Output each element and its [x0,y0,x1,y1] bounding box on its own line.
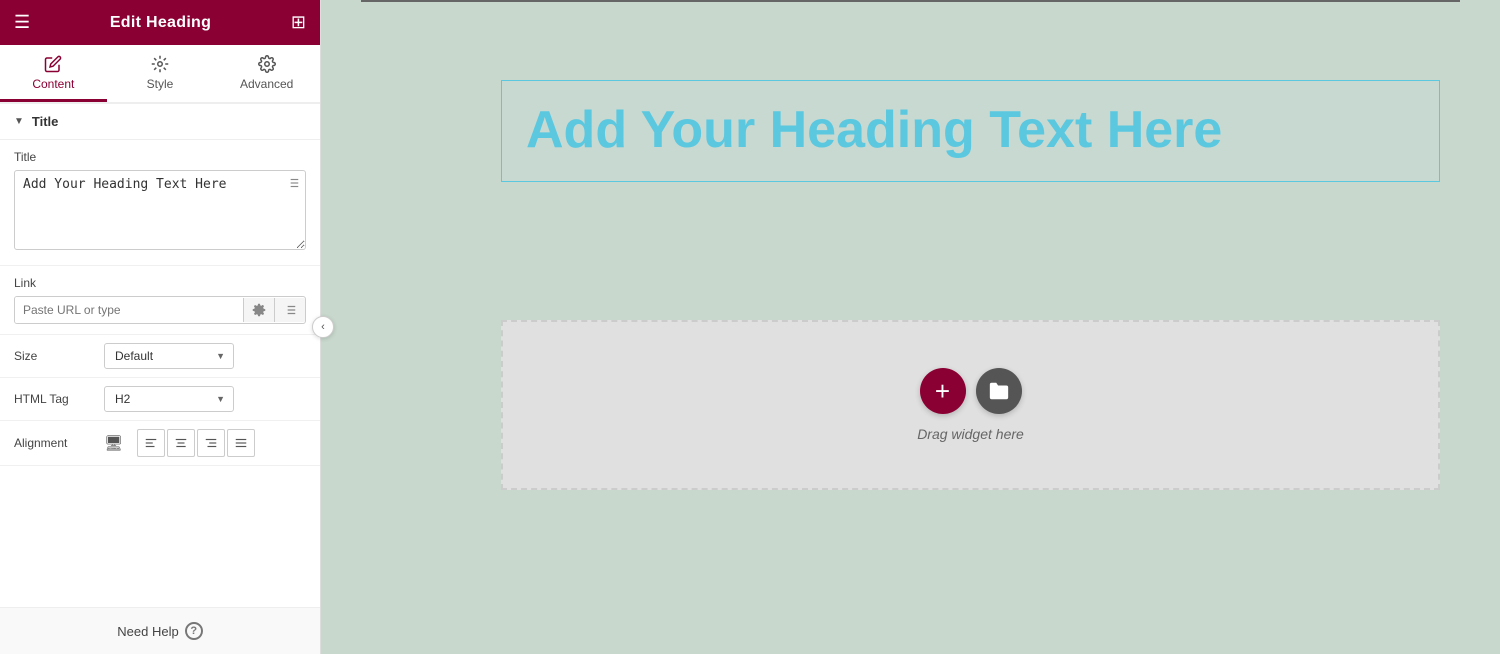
align-left-icon [144,436,158,450]
tab-style[interactable]: Style [107,45,214,102]
drag-buttons: + [920,368,1022,414]
size-field-row: Size Default Small Medium Large XL XXL [0,335,320,378]
help-icon[interactable]: ? [185,622,203,640]
canvas: Add Your Heading Text Here + Drag widget… [321,0,1500,654]
drag-label: Drag widget here [917,426,1024,442]
size-select[interactable]: Default Small Medium Large XL XXL [104,343,234,369]
tab-content[interactable]: Content [0,45,107,102]
link-settings-icon[interactable] [243,298,274,322]
link-input[interactable] [15,297,243,323]
tab-advanced[interactable]: Advanced [213,45,320,102]
title-dynamic-icon[interactable] [286,176,300,195]
size-select-wrapper: Default Small Medium Large XL XXL [104,343,234,369]
collapse-handle[interactable]: ‹ [312,316,334,338]
tab-style-label: Style [147,77,174,91]
align-center-button[interactable] [167,429,195,457]
alignment-buttons [137,429,255,457]
style-icon [151,55,169,73]
html-tag-label: HTML Tag [14,392,94,406]
heading-widget[interactable]: Add Your Heading Text Here [501,80,1440,182]
section-title-bar: ▼ Title [0,104,320,140]
advanced-icon [258,55,276,73]
tab-advanced-label: Advanced [240,77,293,91]
pencil-icon [44,55,62,73]
folder-icon [988,380,1010,402]
drag-widget-area[interactable]: + Drag widget here [501,320,1440,490]
tab-content-label: Content [32,77,74,91]
link-input-wrapper [14,296,306,324]
panel-content: ▼ Title Title Add Your Heading Text Here… [0,104,320,607]
alignment-field-row: Alignment 🖥 [0,421,320,466]
section-chevron[interactable]: ▼ [14,116,24,127]
panel-title: Edit Heading [110,14,211,32]
title-field-row: Title Add Your Heading Text Here [0,140,320,266]
need-help-label: Need Help [117,624,178,639]
title-textarea[interactable]: Add Your Heading Text Here [14,170,306,250]
size-label: Size [14,349,94,363]
title-label: Title [14,150,306,164]
align-right-icon [204,436,218,450]
heading-text: Add Your Heading Text Here [526,101,1415,161]
monitor-icon: 🖥 [104,434,123,452]
html-tag-select[interactable]: H1 H2 H3 H4 H5 H6 div span p [104,386,234,412]
menu-icon[interactable]: ☰ [14,12,30,33]
align-center-icon [174,436,188,450]
align-justify-icon [234,436,248,450]
html-tag-select-wrapper: H1 H2 H3 H4 H5 H6 div span p [104,386,234,412]
link-dynamic-icon[interactable] [274,298,305,322]
alignment-label: Alignment [14,436,94,450]
panel-footer: Need Help ? [0,607,320,654]
canvas-top-line [361,0,1460,2]
panel-tabs: Content Style Advanced [0,45,320,104]
align-justify-button[interactable] [227,429,255,457]
html-tag-field-row: HTML Tag H1 H2 H3 H4 H5 H6 div span p [0,378,320,421]
link-field-row: Link [0,266,320,335]
grid-icon[interactable]: ⊞ [291,12,306,33]
link-label: Link [14,276,306,290]
align-left-button[interactable] [137,429,165,457]
panel-header: ☰ Edit Heading ⊞ [0,0,320,45]
align-right-button[interactable] [197,429,225,457]
add-widget-button[interactable]: + [920,368,966,414]
left-panel: ☰ Edit Heading ⊞ Content Style Advanced [0,0,321,654]
section-title: Title [32,114,59,129]
folder-widget-button[interactable] [976,368,1022,414]
